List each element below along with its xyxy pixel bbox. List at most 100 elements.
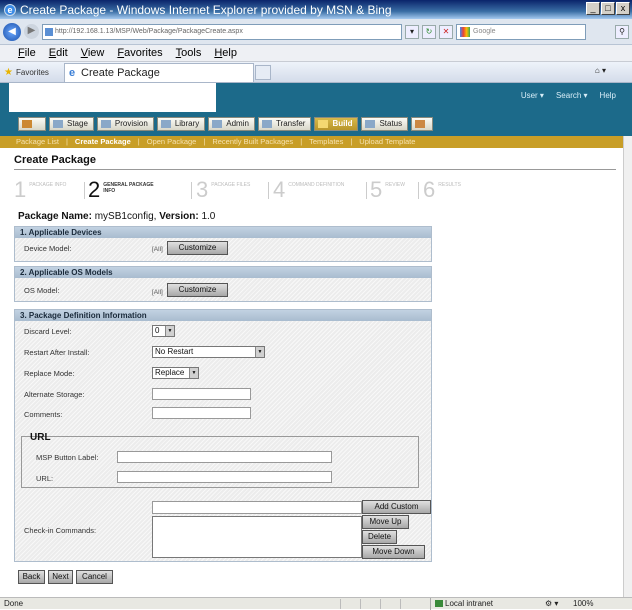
- move-up-button[interactable]: Move Up: [362, 515, 409, 529]
- restart-value: No Restart: [155, 347, 194, 356]
- tab-status[interactable]: Status: [361, 117, 409, 131]
- provision-icon: [100, 120, 111, 128]
- move-down-button[interactable]: Move Down: [362, 545, 425, 559]
- address-url: http://192.168.1.13/MSP/Web/Package/Pack…: [55, 27, 243, 35]
- subnav-upload-template[interactable]: Upload Template: [352, 136, 422, 148]
- step-label: PACKAGE INFO: [29, 182, 67, 188]
- search-icon[interactable]: ⚲: [615, 24, 629, 39]
- ie-logo-icon: e: [4, 3, 16, 16]
- menu-help[interactable]: Help: [214, 47, 237, 59]
- delete-button[interactable]: Delete: [362, 530, 397, 544]
- alternate-storage-input[interactable]: [152, 388, 251, 400]
- maximize-button[interactable]: □: [601, 2, 615, 15]
- subnav-templates[interactable]: Templates: [302, 136, 350, 148]
- title-divider: [14, 169, 616, 170]
- replace-mode-label: Replace Mode:: [24, 369, 75, 378]
- status-cell: [360, 599, 380, 609]
- tab-label: Status: [379, 119, 403, 128]
- status-icon: [365, 120, 376, 128]
- comments-label: Comments:: [24, 410, 63, 419]
- url-label: URL:: [36, 474, 54, 483]
- search-input[interactable]: Google: [456, 23, 586, 40]
- chevron-down-icon: ▼: [165, 326, 174, 336]
- google-icon: [460, 26, 470, 37]
- replace-mode-select[interactable]: Replace ▼: [152, 367, 199, 379]
- main-tabs: Stage Provision Library Admin Transfer B…: [18, 117, 434, 131]
- subnav-package-list[interactable]: Package List: [16, 136, 66, 148]
- next-button[interactable]: Next: [48, 570, 73, 584]
- subnav-recently-built[interactable]: Recently Built Packages: [205, 136, 300, 148]
- url-input[interactable]: [117, 471, 332, 483]
- package-version-label: Version:: [159, 211, 199, 222]
- status-cell: [340, 599, 360, 609]
- address-input[interactable]: http://192.168.1.13/MSP/Web/Package/Pack…: [42, 23, 402, 40]
- step-number: 1: [14, 177, 27, 202]
- browser-tab[interactable]: Create Package: [64, 62, 254, 82]
- tab-build[interactable]: Build: [314, 117, 359, 131]
- menu-edit[interactable]: Edit: [49, 47, 68, 59]
- tab-provision[interactable]: Provision: [96, 117, 154, 131]
- tab-admin[interactable]: Admin: [208, 117, 255, 131]
- minimize-button[interactable]: _: [586, 2, 600, 15]
- menu-view[interactable]: View: [81, 47, 105, 59]
- stage-icon: [53, 120, 63, 128]
- top-nav-search[interactable]: Search ▾: [556, 91, 588, 100]
- step-6: 6 RESULTS: [423, 178, 468, 204]
- msp-button-label-input[interactable]: [117, 451, 332, 463]
- back-arrow-icon[interactable]: ◀: [3, 22, 21, 41]
- protected-mode-icon[interactable]: ⚙ ▾: [545, 598, 558, 609]
- window-title: Create Package - Windows Internet Explor…: [20, 2, 392, 17]
- subnav-create-package[interactable]: Create Package: [68, 136, 138, 148]
- extra-tab[interactable]: [411, 117, 434, 131]
- url-legend: URL: [30, 432, 51, 443]
- section-header: 2. Applicable OS Models: [15, 267, 431, 278]
- tab-label: Provision: [114, 119, 148, 128]
- chevron-down-icon: ▼: [189, 368, 198, 378]
- step-4: 4 COMMAND DEFINITION: [273, 178, 348, 204]
- package-name-label: Package Name:: [18, 211, 92, 222]
- package-version-value: 1.0: [201, 211, 216, 222]
- top-nav-user[interactable]: User ▾: [521, 91, 544, 100]
- cancel-button[interactable]: Cancel: [76, 570, 113, 584]
- restart-after-install-select[interactable]: No Restart ▼: [152, 346, 265, 358]
- forward-arrow-icon[interactable]: ▶: [24, 24, 39, 39]
- menu-tools[interactable]: Tools: [176, 47, 202, 59]
- comments-input[interactable]: [152, 407, 251, 419]
- section-header: 1. Applicable Devices: [15, 227, 431, 238]
- discard-level-label: Discard Level:: [24, 327, 72, 336]
- checkin-command-input[interactable]: [152, 501, 362, 514]
- add-custom-button[interactable]: Add Custom: [362, 500, 431, 514]
- tab-library[interactable]: Library: [156, 117, 206, 131]
- subnav-open-package[interactable]: Open Package: [140, 136, 204, 148]
- tab-stage[interactable]: Stage: [49, 117, 94, 131]
- step-divider: [84, 182, 85, 199]
- back-button[interactable]: Back: [18, 570, 45, 584]
- window-title-bar: e Create Package - Windows Internet Expl…: [0, 0, 632, 19]
- tab-label: Library: [174, 119, 200, 128]
- tab-transfer[interactable]: Transfer: [257, 117, 312, 131]
- step-label: GENERAL PACKAGE INFO: [103, 182, 154, 194]
- status-cell: [400, 599, 420, 609]
- close-button[interactable]: x: [616, 2, 630, 15]
- stop-icon[interactable]: ✕: [439, 24, 453, 39]
- top-nav-help[interactable]: Help: [600, 91, 616, 100]
- favorites-button[interactable]: Favorites: [0, 67, 64, 78]
- discard-level-select[interactable]: 0 ▼: [152, 325, 175, 337]
- vertical-scrollbar[interactable]: [623, 136, 632, 597]
- menu-favorites[interactable]: Favorites: [117, 47, 162, 59]
- customize-devices-button[interactable]: Customize: [167, 241, 228, 255]
- menu-file[interactable]: File: [18, 47, 36, 59]
- home-tab[interactable]: [18, 117, 46, 131]
- menu-bar: File Edit View Favorites Tools Help: [0, 45, 632, 62]
- home-icon: [22, 120, 32, 128]
- checkin-commands-list[interactable]: [152, 516, 362, 558]
- tab-label: Build: [332, 119, 353, 128]
- address-dropdown-icon[interactable]: ▾: [405, 24, 419, 39]
- customize-os-button[interactable]: Customize: [167, 283, 228, 297]
- refresh-icon[interactable]: ↻: [422, 24, 436, 39]
- step-5: 5 REVIEW: [370, 178, 415, 204]
- home-icon[interactable]: ⌂ ▾: [595, 66, 606, 75]
- new-tab-button[interactable]: [255, 64, 271, 80]
- step-number: 2: [88, 177, 101, 202]
- zoom-level[interactable]: 100%: [573, 598, 593, 609]
